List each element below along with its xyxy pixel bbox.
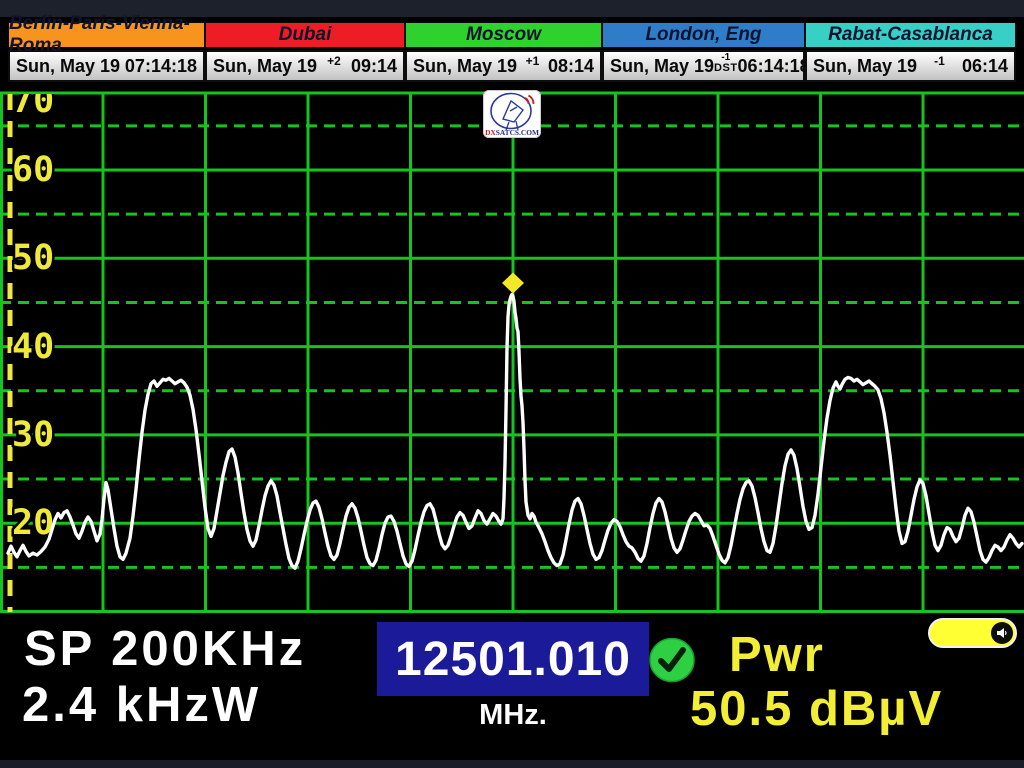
city-label: Dubai [205,22,405,48]
clock-moscow[interactable]: Moscow Sun, May 19 +1 08:14 [405,22,602,86]
lock-check-icon [649,638,695,683]
clock-rabat[interactable]: Rabat-Casablanca Sun, May 19 -1 06:14 [805,22,1016,86]
measurement-panel: SP 200KHz 2.4 kHzW 12501.010 MHz. Pwr 50… [0,617,1024,760]
city-label: Moscow [405,22,602,48]
power-value: 50.5 dBµV [690,683,943,737]
bottom-strip [0,760,1024,768]
y-axis-label: 60 [12,150,54,190]
tz-offset: +1 [526,54,540,68]
satellite-dish-icon: DXSATCS.COM [483,90,541,138]
logo-text: DXSATCS.COM [485,128,539,137]
clock-dubai[interactable]: Dubai Sun, May 19 +2 09:14 [205,22,405,86]
spectrum-display: 706050403020 DXSATCS.COM [0,88,1024,617]
clock-time-row: Sun, May 19 07:14:18 [8,50,205,82]
city-label: Rabat-Casablanca [805,22,1016,48]
clock-time: 06:14 [962,56,1008,77]
tz-offset: -1 [934,54,945,68]
dst-indicator: -1 DST [714,53,738,74]
power-label: Pwr [729,629,825,683]
span-setting: SP 200KHz [24,623,306,677]
clock-time-row: Sun, May 19 +1 08:14 [405,50,602,82]
clock-time: 09:14 [351,56,397,77]
clock-date: Sun, May 19 [610,56,714,77]
clock-berlin[interactable]: Berlin-Paris-Vienna-Roma Sun, May 19 07:… [8,22,205,86]
dxsatcs-logo: DXSATCS.COM [483,90,541,138]
clock-date: Sun, May 19 [813,56,917,77]
frequency-readout[interactable]: 12501.010 [377,622,649,696]
city-label: Berlin-Paris-Vienna-Roma [8,22,205,48]
world-clocks-bar: Berlin-Paris-Vienna-Roma Sun, May 19 07:… [0,22,1024,86]
satmeter-screen: Berlin-Paris-Vienna-Roma Sun, May 19 07:… [0,0,1024,768]
clock-time-row: Sun, May 19 -1 DST 06:14:18 [602,50,805,82]
clock-time: 06:14:18 [738,56,810,77]
city-label: London, Eng [602,22,805,48]
clock-time-row: Sun, May 19 +2 09:14 [205,50,405,82]
bandwidth-setting: 2.4 kHzW [22,679,261,733]
clock-date: Sun, May 19 [16,56,120,77]
y-axis-label: 20 [12,503,54,543]
clock-time: 08:14 [548,56,594,77]
spectrum-trace [8,295,1022,569]
spectrum-svg: 706050403020 [0,88,1024,617]
peak-marker[interactable] [502,273,524,294]
clock-time: 07:14:18 [125,56,197,77]
frequency-unit: MHz. [377,699,649,732]
y-axis-label: 40 [12,327,54,367]
clock-time-row: Sun, May 19 -1 06:14 [805,50,1016,82]
clock-date: Sun, May 19 [413,56,517,77]
tz-offset: +2 [327,54,341,68]
clock-date: Sun, May 19 [213,56,317,77]
speaker-icon [991,622,1013,644]
clock-london[interactable]: London, Eng Sun, May 19 -1 DST 06:14:18 [602,22,805,86]
y-axis-label: 50 [12,238,54,278]
volume-button[interactable] [928,618,1017,648]
y-axis-label: 30 [12,415,54,455]
